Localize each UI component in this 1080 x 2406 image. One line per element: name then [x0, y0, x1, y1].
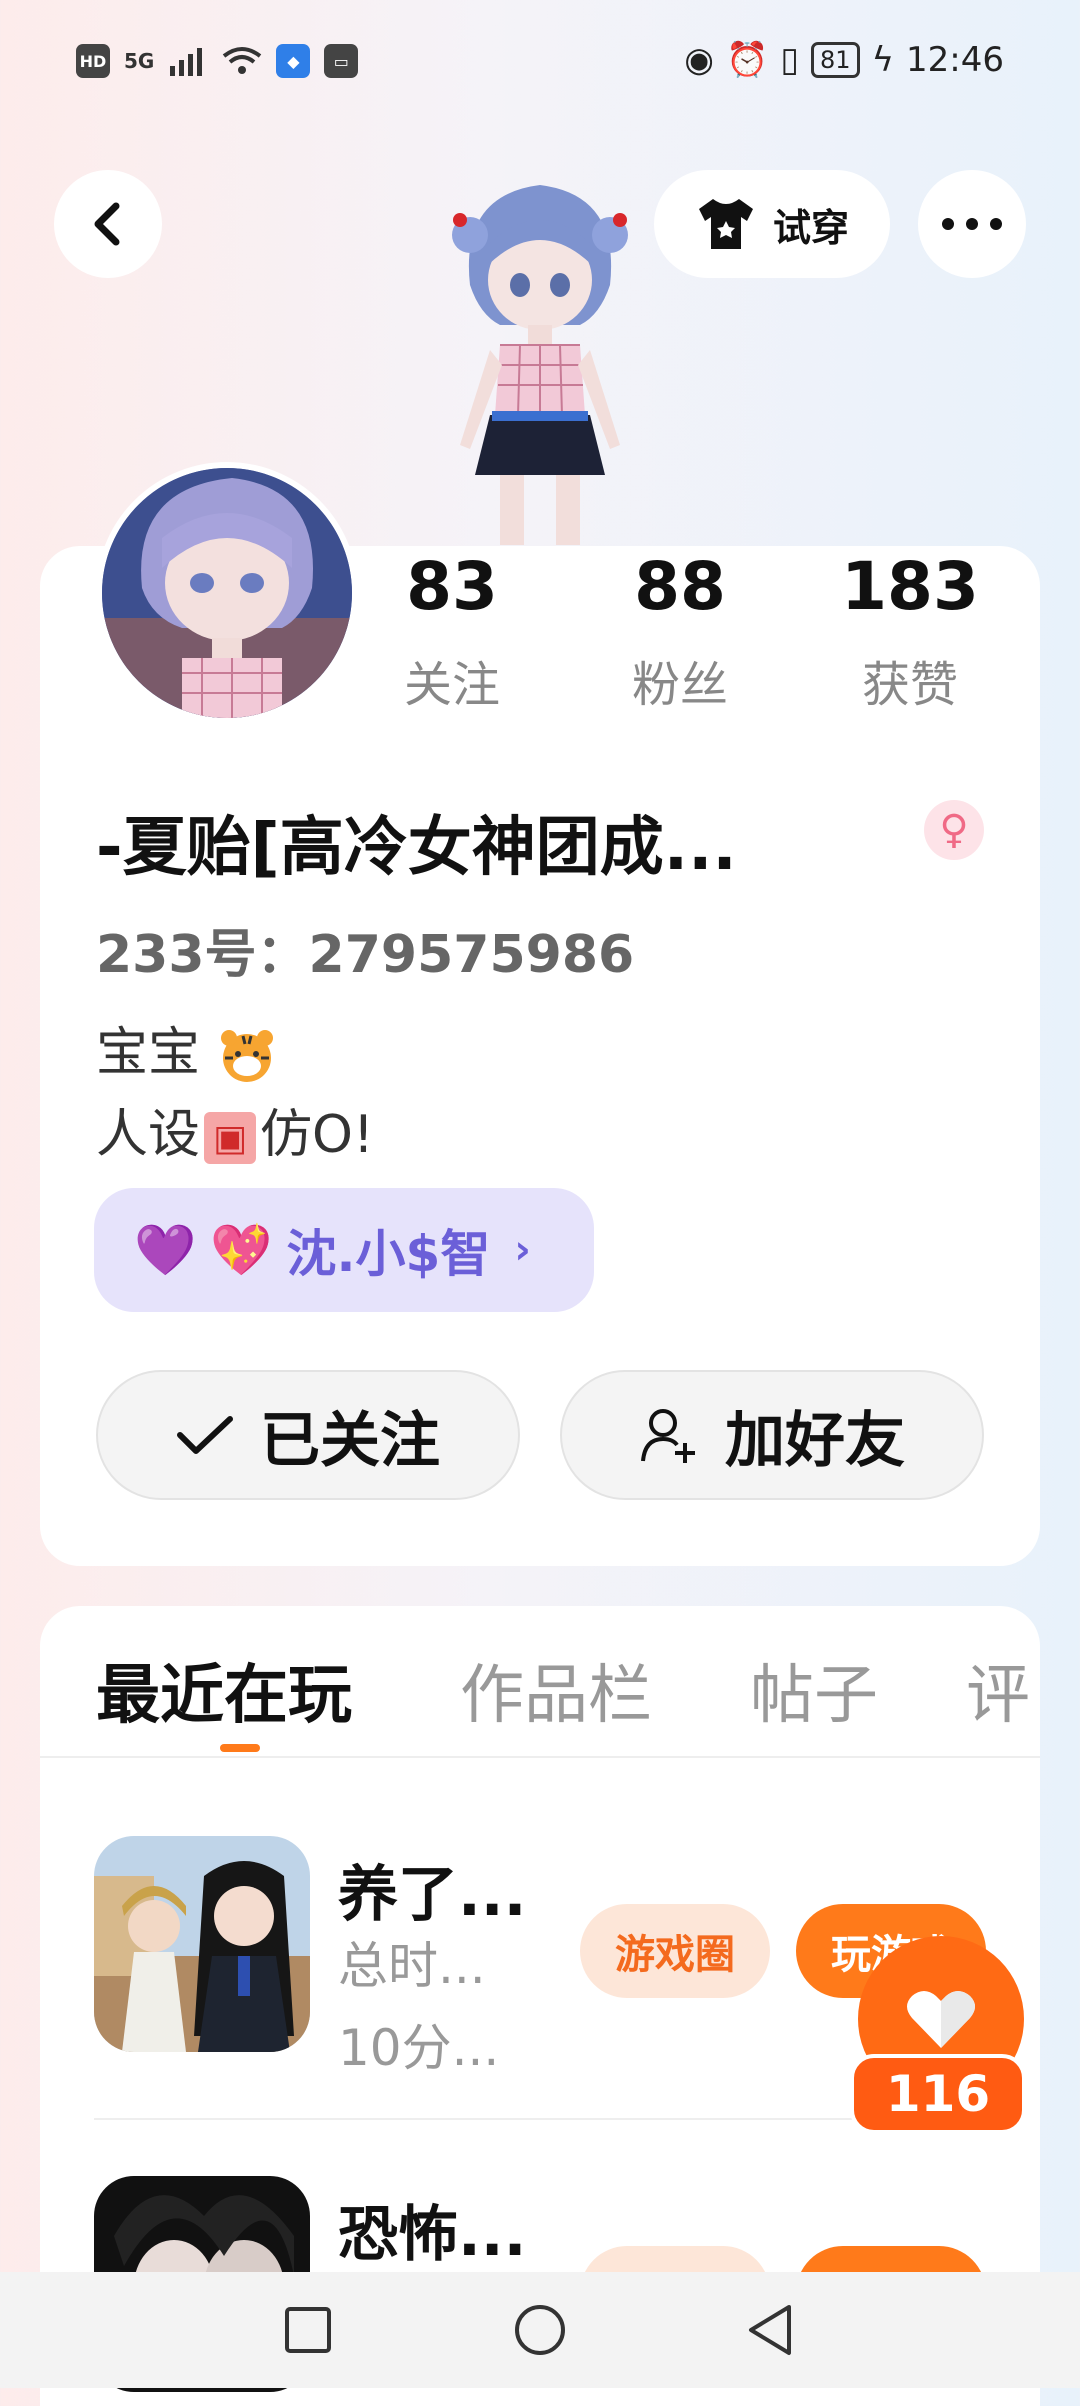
tab-posts[interactable]: 帖子 — [750, 1644, 878, 1736]
game-icon[interactable] — [94, 1836, 310, 2052]
like-count: 116 — [850, 2054, 1026, 2134]
charging-icon: ϟ — [871, 40, 895, 80]
game-circle-button[interactable]: 游戏圈 — [580, 1904, 770, 1998]
eye-icon: ◉ — [684, 40, 714, 80]
user-id[interactable]: 233号：279575986 — [96, 912, 634, 987]
game-cover-image — [94, 1836, 310, 2052]
triangle-back-icon — [749, 2305, 791, 2355]
bio-text-1: 宝宝 — [96, 1023, 201, 1083]
back-nav-button[interactable] — [740, 2300, 800, 2360]
vibrate-icon: ▯ — [780, 40, 800, 80]
likes-count: 183 — [841, 548, 979, 625]
cp-relation-tag[interactable]: 💜 💖 沈.小$智 › — [94, 1188, 594, 1312]
prohibited-emoji-icon: ▣ — [204, 1112, 257, 1164]
signal-icon — [170, 48, 203, 76]
like-button[interactable]: 116 — [850, 1936, 1026, 2134]
add-friend-label: 加好友 — [725, 1405, 905, 1476]
avatar-image — [102, 468, 352, 718]
following-button[interactable]: 已关注 — [96, 1370, 520, 1500]
fans-label: 粉丝 — [631, 657, 728, 713]
chevron-right-icon: › — [514, 1227, 531, 1273]
stat-likes[interactable]: 183 获赞 — [810, 548, 1010, 715]
square-icon — [285, 2307, 331, 2353]
tab-recently-played[interactable]: 最近在玩 — [96, 1644, 352, 1736]
female-icon: ♀ — [924, 800, 984, 860]
chevron-left-icon — [94, 202, 120, 246]
bag-notification-icon: ▭ — [324, 44, 359, 78]
status-left: HD 5G ◆ ▭ — [76, 44, 359, 78]
following-count: 83 — [406, 548, 498, 625]
tab-bar: 最近在玩 作品栏 帖子 评 — [40, 1608, 1040, 1758]
add-user-icon — [641, 1409, 695, 1463]
tshirt-icon — [698, 199, 753, 249]
cp-name: 沈.小$智 — [286, 1225, 491, 1283]
tab-works[interactable]: 作品栏 — [460, 1644, 652, 1736]
bio-text-2a: 人设 — [96, 1105, 201, 1165]
wifi-icon — [223, 47, 262, 74]
game-title: 养了... — [338, 1860, 527, 1930]
game-playtime-value: 10分... — [338, 2019, 500, 2077]
bio-text-2b: 仿O! — [260, 1105, 374, 1165]
app-notification-icon: ◆ — [276, 44, 311, 78]
double-heart-icon: 💜 — [134, 1220, 197, 1279]
avatar[interactable] — [96, 462, 358, 724]
more-button[interactable] — [918, 170, 1026, 278]
clock: 12:46 — [906, 40, 1004, 80]
fans-count: 88 — [634, 548, 726, 625]
status-bar: HD 5G ◆ ▭ ◉ ⏰ ▯ 81 ϟ 12:46 — [0, 0, 1080, 130]
sparkling-heart-icon: 💖 — [210, 1220, 273, 1279]
system-nav-bar — [0, 2272, 1080, 2388]
following-label: 关注 — [403, 657, 500, 713]
following-label: 已关注 — [260, 1405, 440, 1476]
tab-indicator — [220, 1744, 260, 1752]
circle-icon — [515, 2305, 565, 2355]
game-playtime-label: 总时... — [338, 1937, 486, 1995]
bio-line-1: 宝宝 — [96, 1010, 277, 1085]
character-avatar-figure[interactable] — [430, 175, 650, 545]
nickname: -夏贻[高冷女神团成... — [96, 811, 737, 885]
try-on-button[interactable]: 试穿 — [654, 170, 890, 278]
svg-text:▣: ▣ — [213, 1118, 247, 1159]
more-dots-icon — [942, 218, 1002, 230]
status-right: ◉ ⏰ ▯ 81 ϟ 12:46 — [684, 40, 1004, 80]
tiger-emoji-icon — [220, 1030, 273, 1082]
battery-indicator: 81 — [811, 42, 860, 78]
stat-fans[interactable]: 88 粉丝 — [580, 548, 780, 715]
home-button[interactable] — [510, 2300, 570, 2360]
back-button[interactable] — [54, 170, 162, 278]
heart-icon — [907, 1991, 975, 2048]
game-title: 恐怖... — [338, 2200, 527, 2270]
bio-line-2: 人设 ▣ 仿O! — [96, 1092, 374, 1167]
alarm-icon: ⏰ — [725, 40, 769, 80]
hd-badge: HD — [76, 44, 110, 78]
likes-label: 获赞 — [861, 657, 958, 713]
network-type: 5G — [124, 49, 155, 73]
tab-comments[interactable]: 评 — [966, 1644, 1030, 1736]
check-icon — [177, 1416, 233, 1454]
add-friend-button[interactable]: 加好友 — [560, 1370, 984, 1500]
try-on-label: 试穿 — [772, 205, 849, 250]
stat-following[interactable]: 83 关注 — [352, 548, 552, 715]
recent-apps-button[interactable] — [278, 2300, 338, 2360]
